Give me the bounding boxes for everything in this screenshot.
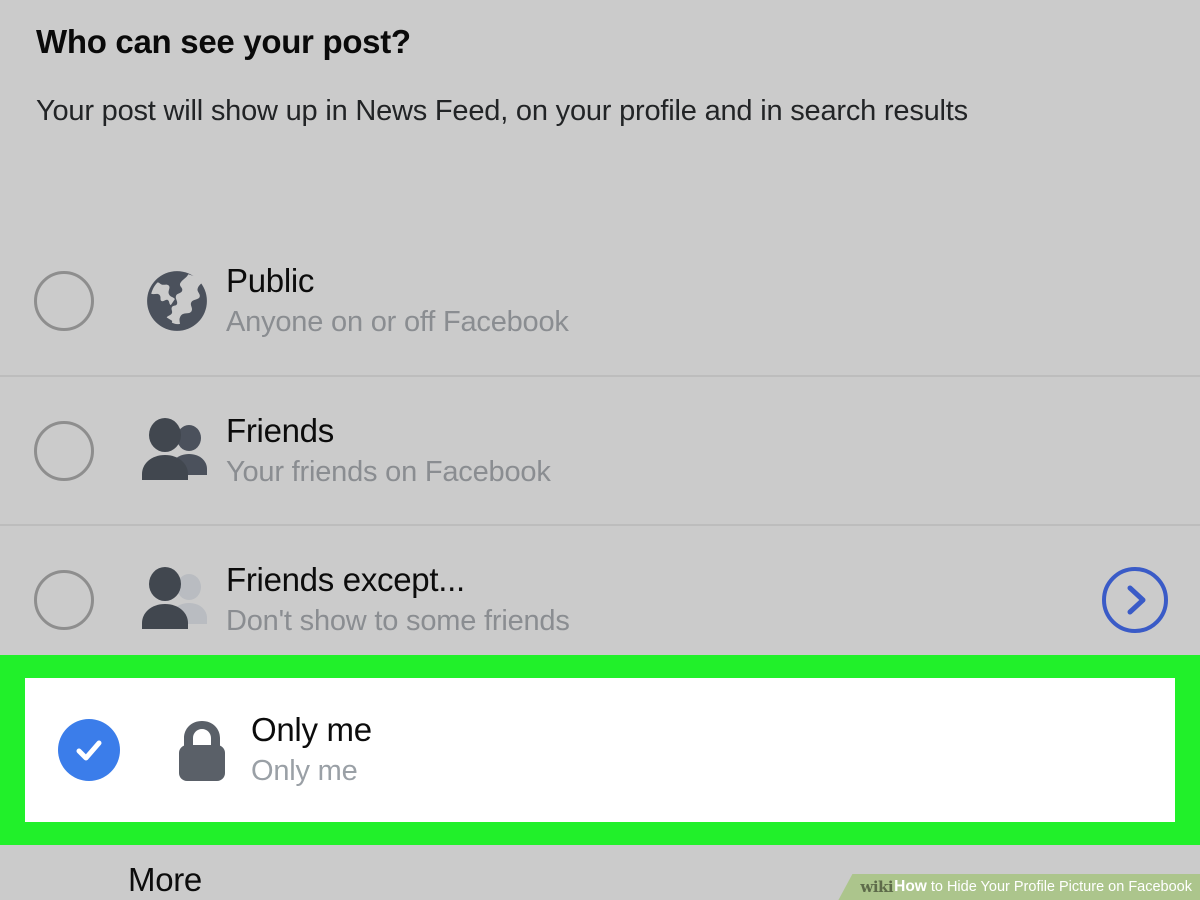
option-row-only-me[interactable]: Only me Only me [25, 678, 1175, 822]
radio-slot[interactable] [0, 569, 128, 630]
icon-slot [153, 715, 251, 785]
dialog-subtitle: Your post will show up in News Feed, on … [36, 94, 968, 127]
option-subtitle: Your friends on Facebook [226, 455, 551, 488]
chevron-right-icon [1127, 585, 1146, 614]
radio-slot[interactable] [25, 719, 153, 781]
audience-selector-dialog: Who can see your post? Your post will sh… [0, 0, 1200, 900]
lock-icon [179, 721, 225, 781]
icon-slot [128, 417, 226, 484]
option-title: Only me [251, 711, 372, 749]
checkmark-icon [76, 740, 102, 761]
watermark-how-text: How [894, 878, 927, 895]
watermark-article-title: to Hide Your Profile Picture on Facebook [930, 879, 1192, 895]
radio-slot[interactable] [0, 420, 128, 481]
audience-option-list: Public Anyone on or off Facebook Friends… [0, 226, 1200, 673]
option-title: Friends [226, 411, 334, 449]
option-row-friends-except[interactable]: Friends except... Don't show to some fri… [0, 524, 1200, 673]
option-title: Public [226, 261, 315, 299]
option-title: Friends except... [226, 560, 465, 598]
friends-except-icon [142, 566, 207, 629]
option-subtitle: Don't show to some friends [226, 604, 570, 637]
dialog-header: Who can see your post? Your post will sh… [0, 0, 1200, 130]
selected-option-highlight: Only me Only me [0, 655, 1200, 845]
option-subtitle: Anyone on or off Facebook [226, 305, 569, 338]
radio-unselected-icon[interactable] [34, 270, 94, 331]
radio-slot[interactable] [0, 270, 128, 331]
friends-icon [142, 417, 207, 480]
radio-unselected-icon[interactable] [34, 420, 94, 481]
radio-selected-icon[interactable] [58, 719, 120, 781]
globe-icon [147, 270, 207, 331]
option-labels: Public Anyone on or off Facebook [226, 262, 1200, 340]
option-row-friends[interactable]: Friends Your friends on Facebook [0, 375, 1200, 524]
option-row-public[interactable]: Public Anyone on or off Facebook [0, 226, 1200, 375]
page-title: Who can see your post? [36, 23, 411, 60]
chevron-slot[interactable] [1070, 566, 1200, 633]
option-labels: Friends except... Don't show to some fri… [226, 561, 1070, 639]
radio-unselected-icon[interactable] [34, 569, 94, 630]
icon-slot [128, 566, 226, 633]
icon-slot [128, 268, 226, 334]
option-subtitle: Only me [251, 755, 358, 788]
option-labels: Only me Only me [251, 711, 1175, 789]
wikihow-watermark: wiki How to Hide Your Profile Picture on F… [838, 874, 1200, 900]
watermark-wiki-text: wiki [860, 878, 894, 896]
friends-except-detail-button[interactable] [1102, 566, 1168, 633]
more-label: More [128, 861, 202, 898]
option-labels: Friends Your friends on Facebook [226, 412, 1200, 490]
